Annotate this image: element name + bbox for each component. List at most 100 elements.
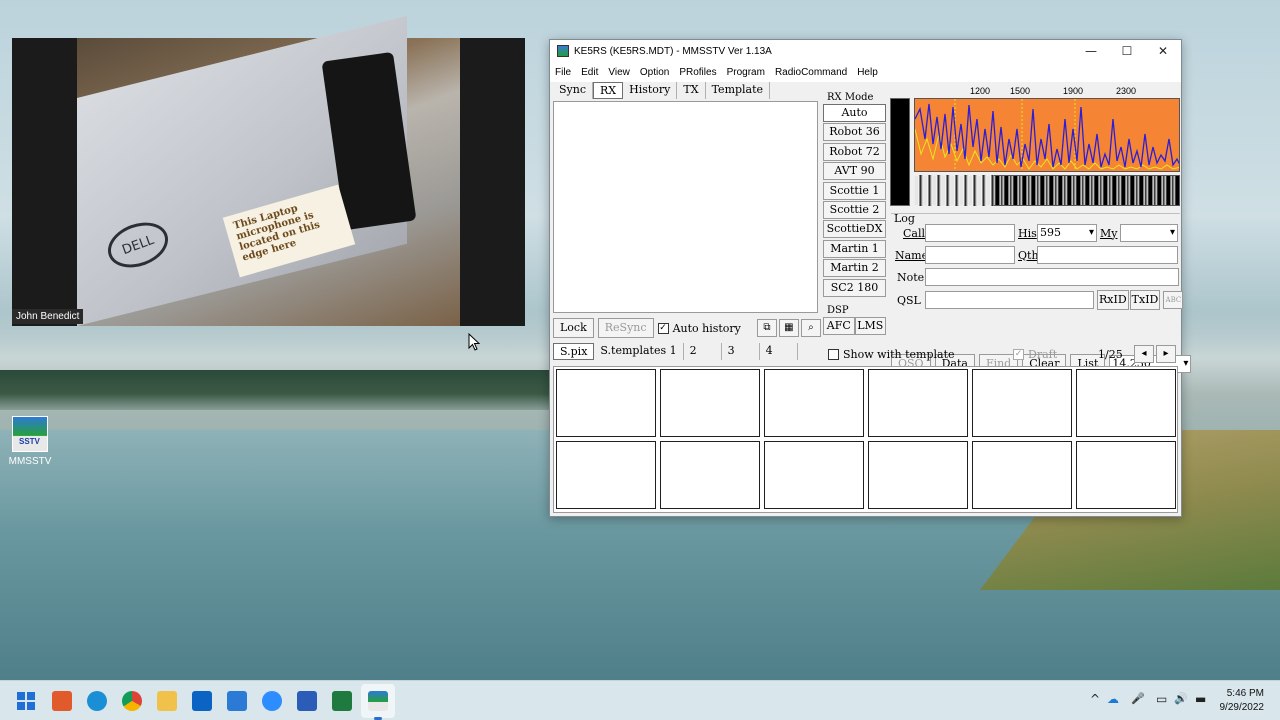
his-rst-select[interactable]: 595 (1037, 224, 1097, 242)
resync-button[interactable]: ReSync (597, 318, 654, 338)
chrome-icon[interactable] (122, 691, 142, 711)
network-icon[interactable]: ▭ (1156, 692, 1167, 706)
thumbnail-slot[interactable] (764, 369, 864, 437)
mode-scottiedx[interactable]: ScottieDX (823, 220, 886, 239)
tab-s-pix[interactable]: S.pix (553, 343, 595, 360)
spectrum-scale: 1200 1500 1900 2300 (914, 84, 1180, 98)
outlook-icon[interactable] (192, 691, 212, 711)
menu-profiles[interactable]: PRofiles (679, 67, 716, 78)
thumbnail-slot[interactable] (660, 369, 760, 437)
tab-template[interactable]: Template (706, 82, 771, 99)
spectrum-display[interactable] (914, 98, 1180, 172)
thumbnail-slot[interactable] (1076, 369, 1176, 437)
thumbnail-slot[interactable] (1076, 441, 1176, 509)
thumbnail-slot[interactable] (972, 369, 1072, 437)
maximize-button[interactable]: ☐ (1109, 44, 1145, 58)
lock-button[interactable]: Lock (553, 318, 594, 338)
mode-scottie-1[interactable]: Scottie 1 (823, 181, 886, 200)
mode-avt-90[interactable]: AVT 90 (823, 162, 886, 181)
tab-sync[interactable]: Sync (553, 82, 593, 99)
menu-program[interactable]: Program (727, 67, 765, 78)
thumbnail-slot[interactable] (868, 441, 968, 509)
thumbnail-slot[interactable] (972, 441, 1072, 509)
excel-icon[interactable] (332, 691, 352, 711)
name-input[interactable] (925, 246, 1015, 264)
tab-templates-2[interactable]: 2 (684, 343, 722, 360)
clock-time: 5:46 PM (1226, 688, 1264, 699)
mode-scottie-2[interactable]: Scottie 2 (823, 200, 886, 219)
volume-icon[interactable]: 🔊 (1174, 692, 1188, 705)
menu-option[interactable]: Option (640, 67, 669, 78)
qsl-input[interactable] (925, 291, 1094, 309)
abc-icon[interactable]: ABC (1163, 291, 1184, 309)
qth-label: Qth (1018, 248, 1039, 262)
start-icon[interactable] (16, 691, 36, 711)
video-call-tile[interactable]: DELL This Laptop microphone is located o… (12, 15, 525, 326)
draft-label: Draft (1028, 347, 1058, 361)
tab-tx[interactable]: TX (677, 82, 706, 99)
desktop-icon-mmsstv[interactable]: SSTV MMSSTV (8, 416, 52, 467)
mail-icon[interactable] (227, 691, 247, 711)
tab-s-templates-1[interactable]: S.templates 1 (594, 343, 684, 360)
minimize-button[interactable]: — (1073, 44, 1109, 58)
close-button[interactable]: ✕ (1145, 44, 1181, 58)
tray-overflow-icon[interactable]: ^ (1090, 692, 1100, 706)
mode-martin-1[interactable]: Martin 1 (823, 239, 886, 258)
rx-image-pane[interactable] (553, 101, 818, 313)
log-panel: Log Call His 595 My Name Qth Note (891, 212, 1184, 313)
waterfall-noise (914, 175, 994, 206)
note-input[interactable] (925, 268, 1179, 286)
auto-history-label: Auto history (672, 321, 741, 335)
magnify-icon[interactable]: ⌕ (800, 319, 821, 337)
afc-button[interactable]: AFC (823, 317, 855, 335)
menu-radiocommand[interactable]: RadioCommand (775, 67, 847, 78)
copy-icon[interactable]: ⧉ (756, 319, 777, 337)
rxid-button[interactable]: RxID (1097, 290, 1129, 310)
thumbnail-slot[interactable] (868, 369, 968, 437)
edge-icon[interactable] (87, 691, 107, 711)
snipping-tool-icon[interactable] (52, 691, 72, 711)
txid-button[interactable]: TxID (1129, 290, 1161, 310)
dsp-label: DSP (827, 305, 849, 316)
onedrive-icon[interactable]: ☁ (1107, 692, 1119, 706)
mmsstv-icon-text: SSTV (19, 437, 40, 446)
window-titlebar[interactable]: KE5RS (KE5RS.MDT) - MMSSTV Ver 1.13A — ☐… (550, 40, 1181, 62)
battery-icon[interactable]: ▬ (1195, 692, 1206, 706)
tab-templates-3[interactable]: 3 (722, 343, 760, 360)
draft-checkbox[interactable]: ✓ (1013, 348, 1024, 360)
taskbar-clock[interactable]: 5:46 PM 9/29/2022 (1220, 687, 1265, 715)
menu-edit[interactable]: Edit (581, 67, 598, 78)
zoom-icon[interactable] (262, 691, 282, 711)
qth-input[interactable] (1037, 246, 1178, 264)
mmsstv-taskbar-icon[interactable] (368, 691, 388, 711)
tab-history[interactable]: History (623, 82, 678, 99)
thumbnail-slot[interactable] (556, 441, 656, 509)
lms-button[interactable]: LMS (854, 317, 886, 335)
mode-martin-2[interactable]: Martin 2 (823, 259, 886, 278)
dsp-panel: DSP AFC LMS (823, 305, 886, 335)
auto-history-checkbox[interactable]: ✓ (657, 322, 669, 334)
call-input[interactable] (925, 224, 1015, 242)
thumbnail-slot[interactable] (556, 369, 656, 437)
mode-robot-72[interactable]: Robot 72 (823, 142, 886, 161)
my-rst-select[interactable] (1120, 224, 1178, 242)
microphone-icon[interactable]: 🎤 (1131, 692, 1145, 705)
thumbnail-slot[interactable] (660, 441, 760, 509)
tab-templates-4[interactable]: 4 (760, 343, 798, 360)
thumbnail-slot[interactable] (764, 441, 864, 509)
prev-page-icon[interactable]: ◂ (1134, 345, 1154, 363)
file-explorer-icon[interactable] (157, 691, 177, 711)
palette-icon[interactable]: ▦ (778, 319, 799, 337)
mode-sc2-180[interactable]: SC2 180 (823, 278, 886, 297)
menu-view[interactable]: View (608, 67, 630, 78)
next-page-icon[interactable]: ▸ (1156, 345, 1176, 363)
show-with-template-checkbox[interactable] (828, 348, 839, 360)
thumbnail-grid (553, 366, 1178, 513)
word-icon[interactable] (297, 691, 317, 711)
mode-auto[interactable]: Auto (823, 104, 886, 122)
mode-robot-36[interactable]: Robot 36 (823, 123, 886, 142)
menu-file[interactable]: File (555, 67, 571, 78)
menu-help[interactable]: Help (857, 67, 878, 78)
tab-rx[interactable]: RX (593, 82, 624, 99)
rx-mode-panel: RX Mode Auto Robot 36 Robot 72 AVT 90 Sc… (823, 92, 886, 298)
